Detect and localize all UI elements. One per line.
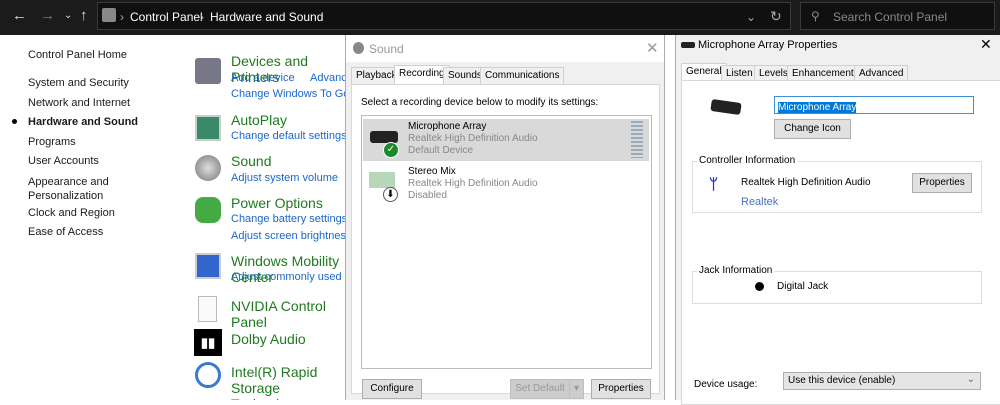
recording-panel: Select a recording device below to modif… (351, 84, 660, 399)
device-usage-value: Use this device (enable) (788, 375, 896, 386)
category-sound[interactable]: Sound (231, 153, 271, 169)
device-driver: Realtek High Definition Audio (408, 133, 538, 144)
sound-titlebar: Sound ✕ (346, 35, 664, 62)
category-intel-rst[interactable]: Intel(R) Rapid Storage Technology (231, 364, 345, 400)
device-name: Stereo Mix (408, 166, 456, 177)
screen-brightness-link[interactable]: Adjust screen brightness (231, 230, 345, 242)
set-default-button[interactable]: Set Default (510, 379, 570, 399)
device-status: Default Device (408, 145, 474, 156)
controller-name: Realtek High Definition Audio (741, 177, 871, 188)
category-dolby[interactable]: Dolby Audio (231, 331, 306, 347)
device-driver: Realtek High Definition Audio (408, 178, 538, 189)
instruction-text: Select a recording device below to modif… (361, 97, 599, 108)
microphone-icon (370, 131, 398, 143)
device-name: Microphone Array (408, 121, 487, 132)
category-power-options[interactable]: Power Options (231, 195, 323, 211)
device-row-microphone[interactable]: ✓ Microphone Array Realtek High Definiti… (363, 119, 649, 161)
search-input[interactable]: ⚲ Search Control Panel (800, 2, 995, 30)
controller-info-label: Controller Information (697, 155, 798, 166)
device-name-value: Microphone Array (778, 102, 857, 113)
realtek-link[interactable]: Realtek (741, 196, 778, 208)
search-placeholder: Search Control Panel (833, 10, 948, 24)
tab-communications[interactable]: Communications (480, 67, 565, 84)
refresh-icon[interactable]: ↻ (770, 8, 782, 25)
device-name-input[interactable]: Microphone Array (774, 96, 974, 114)
props-title: Microphone Array Properties (698, 39, 838, 51)
jack-name: Digital Jack (777, 281, 829, 292)
level-meter (631, 121, 643, 158)
devices-printers-icon (195, 58, 221, 84)
category-autoplay[interactable]: AutoPlay (231, 112, 287, 128)
properties-button[interactable]: Properties (591, 379, 651, 399)
dolby-icon: ▮▮ (194, 329, 222, 356)
speaker-icon (195, 155, 221, 181)
autoplay-icon (195, 115, 221, 141)
jack-dot-icon (755, 282, 764, 291)
microphone-properties-dialog: Microphone Array Properties ✕ General Li… (675, 35, 1000, 405)
device-status: Disabled (408, 190, 447, 201)
device-usage-label: Device usage: (694, 379, 758, 390)
categories-pane: Devices and Printers Add a device Advanc… (0, 0, 345, 400)
tab-recording[interactable]: Recording (394, 65, 450, 84)
add-device-link[interactable]: Add a device (231, 72, 295, 84)
configure-button[interactable]: Configure (362, 379, 422, 399)
speaker-icon (353, 42, 364, 54)
autoplay-defaults-link[interactable]: Change default settings for media or dev… (231, 130, 345, 142)
windows-to-go-link[interactable]: Change Windows To Go startup options (231, 88, 345, 100)
change-icon-button[interactable]: Change Icon (774, 119, 851, 139)
realtek-logo-icon: ᛘ (709, 176, 719, 193)
device-list[interactable]: ✓ Microphone Array Realtek High Definiti… (361, 115, 652, 369)
sound-title: Sound (369, 42, 404, 56)
sound-card-icon (369, 172, 395, 188)
device-row-stereo-mix[interactable]: ⬇ Stereo Mix Realtek High Definition Aud… (363, 164, 649, 206)
jack-info-label: Jack Information (697, 265, 775, 276)
category-nvidia[interactable]: NVIDIA Control Panel (231, 298, 345, 330)
disabled-arrow-icon: ⬇ (383, 187, 398, 202)
close-icon[interactable]: ✕ (980, 36, 992, 53)
battery-settings-link[interactable]: Change battery settings (231, 213, 345, 225)
search-icon: ⚲ (811, 9, 820, 23)
mobility-settings-link[interactable]: Adjust commonly used mobility settings (231, 271, 345, 283)
sound-dialog: Sound ✕ Playback Recording Sounds Commun… (345, 35, 665, 400)
advanced-printer-link[interactable]: Advanced printer setup (310, 72, 345, 84)
general-panel: Microphone Array Change Icon Controller … (681, 80, 1000, 405)
set-default-dropdown-icon[interactable]: ▾ (569, 379, 584, 399)
intel-rst-icon (195, 362, 221, 388)
controller-properties-button[interactable]: Properties (912, 173, 972, 193)
microphone-array-icon (710, 98, 742, 116)
chevron-down-icon: ⌄ (966, 374, 975, 385)
power-options-icon (195, 197, 221, 223)
close-icon[interactable]: ✕ (646, 39, 659, 57)
nvidia-icon (198, 296, 217, 322)
dropdown-chevron-icon[interactable]: ⌄ (746, 10, 756, 24)
adjust-volume-link[interactable]: Adjust system volume (231, 172, 338, 184)
microphone-icon (681, 42, 695, 48)
default-check-icon: ✓ (383, 142, 399, 158)
device-usage-select[interactable]: Use this device (enable) ⌄ (783, 372, 981, 390)
mobility-center-icon (195, 253, 221, 279)
